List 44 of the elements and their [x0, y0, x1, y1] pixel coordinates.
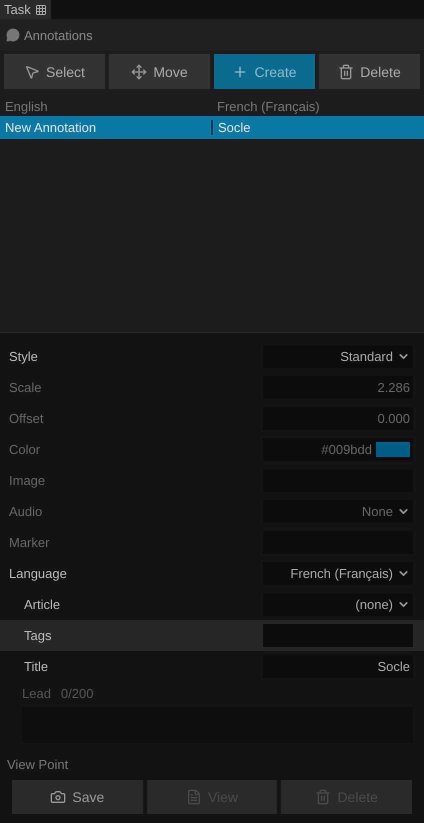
- lead-label: Lead: [22, 686, 51, 701]
- property-label: Scale: [9, 380, 43, 395]
- property-label: Article: [24, 597, 62, 612]
- table-cell-text: New Annotation: [4, 120, 98, 135]
- grid-icon: [34, 4, 47, 16]
- section-title: View Point: [6, 756, 70, 774]
- property-label: Style: [9, 349, 39, 364]
- input-field[interactable]: [263, 624, 413, 647]
- input-field[interactable]: Socle: [263, 655, 413, 678]
- trash-icon: [315, 789, 332, 805]
- property-label: Title: [24, 659, 50, 674]
- property-label: Color: [9, 442, 42, 457]
- property-label: Language: [9, 566, 68, 581]
- tool-button[interactable]: Delete: [319, 54, 420, 89]
- column-header[interactable]: English: [0, 98, 212, 114]
- table-row[interactable]: New Annotation Socle: [0, 116, 424, 139]
- task-tab[interactable]: Task: [0, 0, 51, 19]
- property-row[interactable]: Style Standard: [0, 341, 424, 372]
- speech-bubble-icon: [6, 28, 20, 42]
- property-label: Tags: [24, 628, 52, 643]
- property-label: Image: [9, 473, 46, 488]
- property-row[interactable]: Language French (Français): [0, 558, 424, 589]
- camera-icon: [50, 789, 66, 805]
- table-cell: Socle: [211, 120, 424, 135]
- tool-button[interactable]: Select: [4, 54, 105, 89]
- document-icon: [186, 789, 202, 805]
- view-point-button[interactable]: Save: [12, 780, 143, 814]
- character-counter: 0/200: [60, 686, 94, 701]
- dropdown[interactable]: French (Français): [263, 562, 413, 585]
- tool-button[interactable]: Move: [109, 54, 210, 89]
- property-row[interactable]: Tags: [0, 620, 424, 651]
- panel-title: Annotations: [24, 28, 93, 42]
- property-row[interactable]: Article (none): [0, 589, 424, 620]
- property-label: Offset: [9, 411, 44, 426]
- property-label: Audio: [9, 504, 44, 519]
- move-icon: [131, 64, 148, 80]
- trash-icon: [338, 64, 354, 80]
- column-header[interactable]: French (Français): [212, 98, 424, 114]
- dropdown[interactable]: (none): [263, 593, 413, 616]
- property-row[interactable]: Title Socle: [0, 651, 424, 682]
- dropdown[interactable]: Standard: [263, 345, 413, 368]
- tool-button[interactable]: Create: [214, 54, 315, 89]
- pointer-icon: [24, 64, 40, 80]
- property-label: Marker: [9, 535, 50, 550]
